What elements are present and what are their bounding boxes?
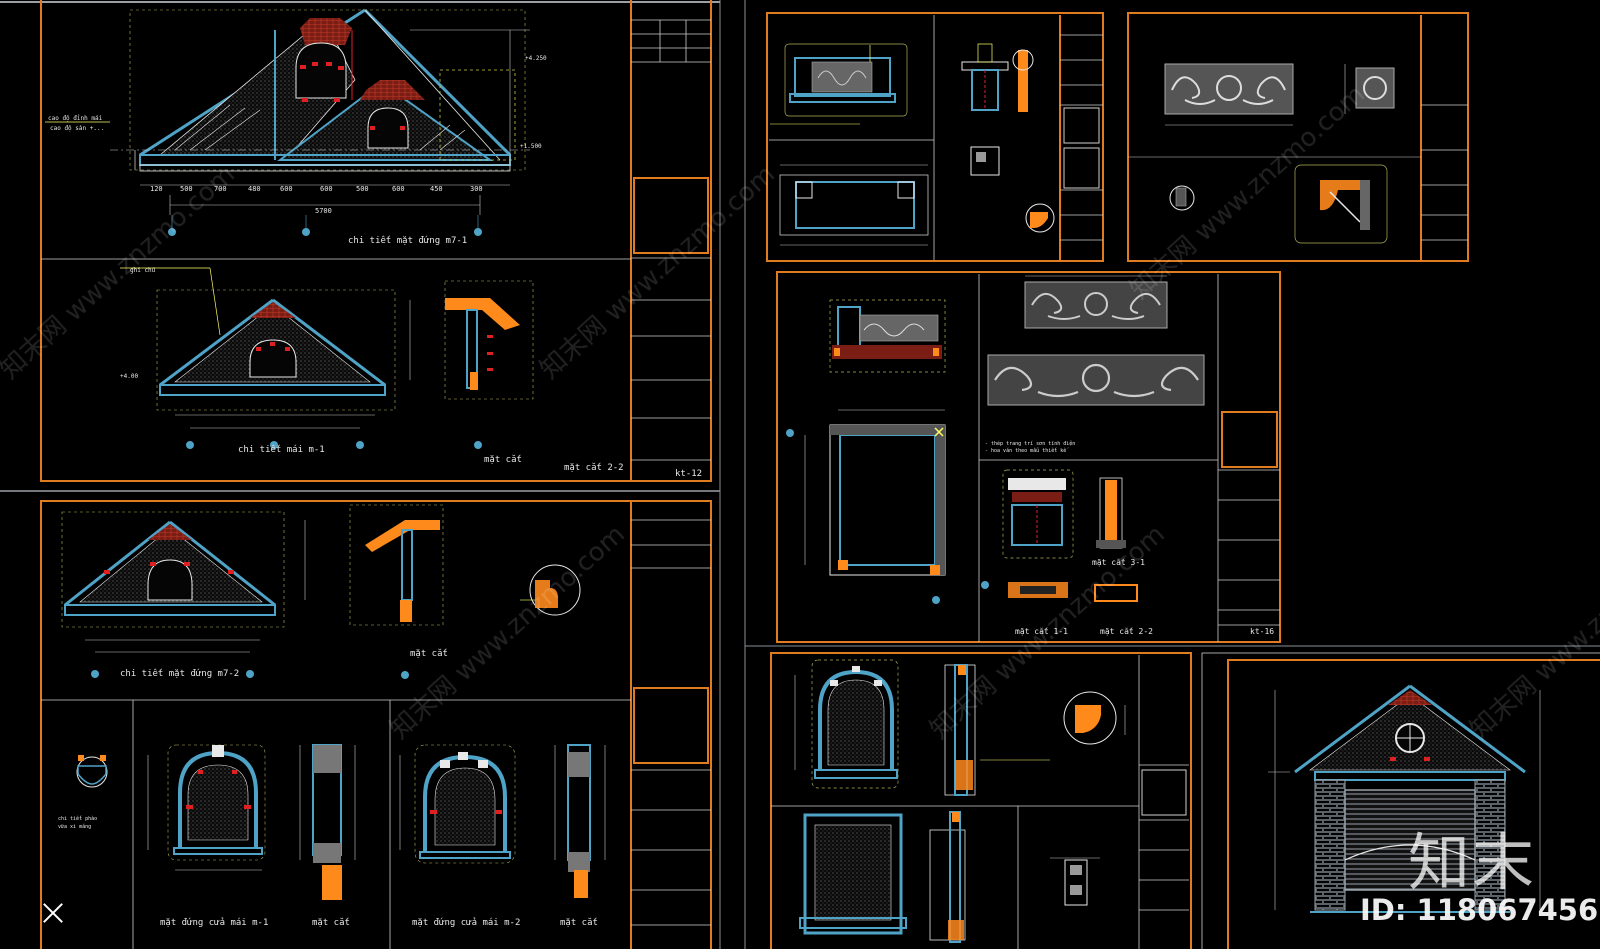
cad-model-space[interactable]: 120 500 700 480 600 600 500 600 450 300 5700 cao … (0, 0, 1600, 949)
svg-text:cao độ đỉnh mái: cao độ đỉnh mái (48, 115, 103, 122)
svg-text:300: 300 (470, 185, 483, 193)
svg-text:480: 480 (248, 185, 261, 193)
svg-text:- hoa văn theo mẫu thiết kế: - hoa văn theo mẫu thiết kế (985, 447, 1069, 454)
square-window-section (929, 811, 966, 943)
svg-text:cao độ sàn +...: cao độ sàn +... (50, 125, 104, 132)
label-s2-sub2: mặt đứng cửa mái m-1 (160, 917, 268, 928)
watermark-logo: 知末 (1408, 826, 1537, 899)
column-cap-detail (961, 43, 1055, 233)
drawing-sheet-m7-2[interactable]: chi tiết phào vữa xi măng chi tiết mặt đứ… (40, 500, 712, 949)
dormer-roof-m-1: +4.00ghi chú (120, 267, 396, 449)
drawing-sheet-kt-16[interactable]: - thép trang trí sơn tĩnh điện - hoa văn… (776, 271, 1281, 643)
svg-text:+4.250: +4.250 (525, 55, 547, 62)
balustrade-elevation (770, 43, 908, 125)
dormer-window-section-2 (554, 744, 606, 898)
watermark-id: ID: 1180674565 (1360, 893, 1600, 927)
svg-text:- thép trang trí sơn tĩnh điện: - thép trang trí sơn tĩnh điện (985, 440, 1075, 447)
svg-text:知末网 www.znzmo.com: 知末网 www.znzmo.com (1465, 519, 1600, 745)
svg-text:知末网 www.znzmo.com: 知末网 www.znzmo.com (385, 519, 631, 745)
svg-text:600: 600 (392, 185, 405, 193)
label-s1-sub2: mặt cắt (484, 454, 522, 465)
label-s2-sub1: mặt cắt (410, 648, 448, 659)
svg-text:vữa xi măng: vữa xi măng (58, 824, 91, 830)
arched-window-elevation (794, 659, 899, 789)
label-s1-main: chi tiết mặt đứng m7-1 (348, 235, 467, 246)
label-s1-sub1: chi tiết mái m-1 (238, 444, 325, 455)
railing-plan-large (786, 409, 989, 604)
window-moulding-detail (1063, 691, 1126, 745)
label-s5-sub2: mặt cắt 2-2 (1100, 626, 1153, 636)
section-detail-1 (409, 280, 534, 449)
sheet-code-s1: kt-12 (675, 469, 702, 479)
svg-text:450: 450 (430, 185, 443, 193)
svg-text:知末网 www.znzmo.com: 知末网 www.znzmo.com (535, 159, 781, 385)
svg-text:+1.500: +1.500 (520, 143, 542, 150)
sill-detail (1050, 857, 1100, 906)
svg-text:500: 500 (356, 185, 369, 193)
svg-text:+4.00: +4.00 (120, 373, 138, 380)
svg-text:600: 600 (320, 185, 333, 193)
label-s2-main: chi tiết mặt đứng m7-2 (120, 668, 239, 679)
crosshair-cursor-icon (40, 900, 66, 926)
dormer-elevation-m7-1: 120 500 700 480 600 600 500 600 450 300 5700 cao … (45, 8, 547, 236)
svg-text:5700: 5700 (315, 207, 332, 215)
label-s2-sub3: mặt cắt (312, 917, 350, 928)
dormer-window-m-1 (147, 744, 266, 871)
sheet-code-s5: kt-16 (1250, 627, 1274, 636)
label-s1-sub3: mặt cắt 2-2 (564, 462, 624, 473)
ornament-detail: chi tiết phào vữa xi măng (58, 755, 108, 830)
dormer-elevation-m7-2 (61, 511, 285, 678)
drawing-sheet-balustrade[interactable] (766, 12, 1104, 262)
diagonal-watermarks: 知末网 www.znzmo.com 知末网 www.znzmo.com 知末网 … (0, 79, 1600, 745)
svg-text:600: 600 (280, 185, 293, 193)
railing-panel-large: - thép trang trí sơn tĩnh điện - hoa văn… (985, 275, 1205, 454)
label-s2-sub5: mặt cắt (560, 917, 598, 928)
railing-elevation-small (829, 299, 946, 373)
square-window-elevation (799, 813, 907, 935)
label-s2-sub4: mặt đứng cửa mái m-2 (412, 917, 520, 928)
svg-text:120: 120 (150, 185, 163, 193)
svg-text:chi tiết phào: chi tiết phào (58, 815, 97, 822)
dormer-window-m-2 (399, 744, 516, 864)
dormer-window-section-1 (299, 744, 356, 900)
balustrade-plan (779, 164, 929, 246)
